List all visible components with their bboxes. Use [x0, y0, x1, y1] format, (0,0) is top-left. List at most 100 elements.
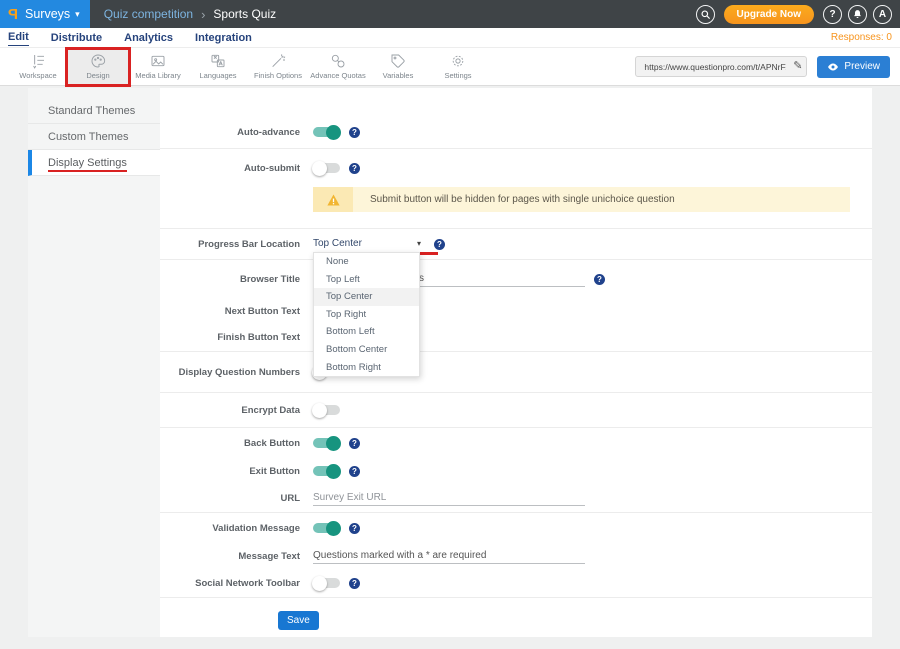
dropdown-option-bottom-left[interactable]: Bottom Left [314, 323, 419, 341]
settings-gear-icon [450, 53, 466, 69]
eye-icon [827, 61, 839, 73]
back-button-toggle[interactable] [313, 438, 340, 448]
warning-text: Submit button will be hidden for pages w… [353, 187, 850, 212]
bell-icon [852, 9, 863, 20]
warning-triangle-icon [326, 193, 341, 207]
display-question-numbers-row: Display Question Numbers [160, 352, 872, 392]
message-text-input[interactable] [313, 548, 585, 564]
divider [160, 597, 872, 598]
social-network-toolbar-row: Social Network Toolbar ? [160, 569, 872, 597]
encrypt-data-toggle[interactable] [313, 405, 340, 415]
exit-button-label: Exit Button [160, 466, 300, 477]
social-network-toolbar-label: Social Network Toolbar [160, 578, 300, 589]
breadcrumb-folder[interactable]: Quiz competition [104, 7, 193, 21]
edit-url-pencil-icon[interactable]: ✎ [793, 59, 802, 72]
exit-button-toggle[interactable] [313, 466, 340, 476]
topbar: P Surveys ▾ Quiz competition › Sports Qu… [0, 0, 900, 28]
validation-message-toggle[interactable] [313, 523, 340, 533]
tab-edit[interactable]: Edit [8, 29, 29, 46]
search-button[interactable] [696, 5, 715, 24]
encrypt-data-label: Encrypt Data [160, 405, 300, 416]
breadcrumb-survey-name: Sports Quiz [213, 7, 276, 21]
dropdown-option-top-left[interactable]: Top Left [314, 271, 419, 289]
auto-advance-help-icon[interactable]: ? [349, 127, 360, 138]
social-network-toolbar-help-icon[interactable]: ? [349, 578, 360, 589]
dropdown-option-top-right[interactable]: Top Right [314, 306, 419, 324]
auto-advance-label: Auto-advance [160, 127, 300, 138]
save-button[interactable]: Save [278, 611, 319, 630]
exit-button-help-icon[interactable]: ? [349, 466, 360, 477]
sidebar-item-custom-themes[interactable]: Custom Themes [28, 124, 160, 150]
message-text-row: Message Text [160, 543, 872, 569]
encrypt-data-row: Encrypt Data [160, 393, 872, 427]
display-question-numbers-label: Display Question Numbers [160, 367, 300, 378]
dropdown-option-none[interactable]: None [314, 253, 419, 271]
browser-title-help-icon[interactable]: ? [594, 274, 605, 285]
validation-message-help-icon[interactable]: ? [349, 523, 360, 534]
upgrade-now-button[interactable]: Upgrade Now [724, 5, 814, 24]
survey-url-input[interactable] [635, 56, 807, 77]
account-avatar[interactable]: A [873, 5, 892, 24]
back-button-row: Back Button ? [160, 428, 872, 458]
auto-submit-warning: Submit button will be hidden for pages w… [313, 187, 850, 212]
toolbar-item-media-library[interactable]: Media Library [128, 50, 188, 84]
auto-advance-row: Auto-advance ? [160, 116, 872, 148]
social-network-toolbar-toggle[interactable] [313, 578, 340, 588]
languages-icon [210, 53, 226, 69]
chevron-down-icon: ▾ [75, 9, 80, 20]
display-settings-panel: Auto-advance ? Auto-submit ? Submit butt… [160, 88, 872, 637]
toolbar-item-languages[interactable]: Languages [188, 50, 248, 84]
toolbar-item-finish-options[interactable]: Finish Options [248, 50, 308, 84]
progress-bar-location-select[interactable]: Top Center ▾ [313, 236, 425, 253]
toolbar-item-label: Variables [383, 71, 414, 80]
progress-bar-location-row: Progress Bar Location Top Center ▾ ? [160, 229, 872, 259]
progress-bar-location-dropdown: None Top Left Top Center Top Right Botto… [313, 252, 420, 377]
auto-submit-help-icon[interactable]: ? [349, 163, 360, 174]
toolbar-item-settings[interactable]: Settings [428, 50, 488, 84]
validation-message-label: Validation Message [160, 523, 300, 534]
sidebar-item-standard-themes[interactable]: Standard Themes [28, 98, 160, 124]
toolbar-item-label: Finish Options [254, 71, 302, 80]
breadcrumb-separator-icon: › [201, 7, 205, 22]
exit-button-row: Exit Button ? [160, 458, 872, 484]
browser-title-label: Browser Title [160, 274, 300, 285]
secondary-nav: Edit Distribute Analytics Integration Re… [0, 28, 900, 48]
select-caret-icon: ▾ [417, 239, 421, 248]
annotation-underline-display-settings: Display Settings [48, 157, 127, 172]
dropdown-option-bottom-center[interactable]: Bottom Center [314, 341, 419, 359]
notifications-button[interactable] [848, 5, 867, 24]
toolbar-item-label: Design [86, 71, 109, 80]
sidebar-item-display-settings[interactable]: Display Settings [28, 150, 160, 176]
help-menu-button[interactable]: ? [823, 5, 842, 24]
toolbar-item-variables[interactable]: Variables [368, 50, 428, 84]
tab-analytics[interactable]: Analytics [124, 30, 173, 46]
finish-options-wand-icon [270, 53, 286, 69]
responses-count[interactable]: Responses: 0 [831, 32, 892, 43]
questionpro-logo: P [8, 6, 18, 23]
toolbar-item-workspace[interactable]: Workspace [8, 50, 68, 84]
media-library-icon [150, 53, 166, 69]
surveys-menu[interactable]: P Surveys ▾ [0, 0, 90, 28]
tab-integration[interactable]: Integration [195, 30, 252, 46]
exit-url-input[interactable] [313, 490, 585, 506]
preview-button[interactable]: Preview [817, 56, 890, 78]
search-icon [700, 9, 711, 20]
toolbar-item-advance-quotas[interactable]: Advance Quotas [308, 50, 368, 84]
next-button-text-row: Next Button Text [160, 298, 872, 324]
tab-distribute[interactable]: Distribute [51, 30, 102, 46]
toolbar-item-label: Settings [444, 71, 471, 80]
exit-url-label: URL [160, 493, 300, 504]
message-text-label: Message Text [160, 551, 300, 562]
workspace-icon [30, 53, 46, 69]
preview-label: Preview [844, 61, 880, 72]
dropdown-option-bottom-right[interactable]: Bottom Right [314, 359, 419, 377]
dropdown-option-top-center[interactable]: Top Center [314, 288, 419, 306]
variables-tag-icon [390, 53, 406, 69]
finish-button-text-row: Finish Button Text [160, 324, 872, 351]
progress-bar-help-icon[interactable]: ? [434, 239, 445, 250]
auto-advance-toggle[interactable] [313, 127, 340, 137]
browser-title-row: Browser Title s ? [160, 260, 872, 298]
auto-submit-toggle[interactable] [313, 163, 340, 173]
back-button-help-icon[interactable]: ? [349, 438, 360, 449]
toolbar-item-design[interactable]: Design [68, 50, 128, 84]
